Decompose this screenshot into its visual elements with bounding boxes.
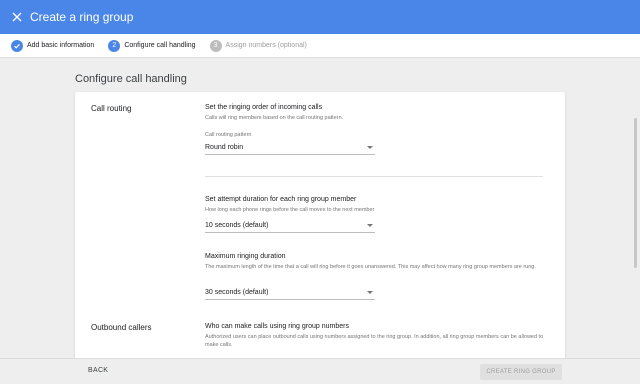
divider [205,176,543,177]
outbound-heading: Who can make calls using ring group numb… [205,323,349,330]
call-routing-label: Call routing [91,104,132,113]
select-value: Round robin [205,144,244,151]
step-number: 2 [108,39,121,52]
footer: BACK CREATE RING GROUP [0,358,640,384]
check-icon [11,39,23,52]
max-ringing-description: The maximum length of the time that a ca… [205,264,536,270]
step-label: Add basic information [27,42,95,49]
step-label: Assign numbers (optional) [225,42,307,49]
select-value: 10 seconds (default) [205,222,269,229]
call-routing-pattern-label: Call routing pattern [205,132,252,138]
step-number: 3 [209,39,222,52]
stepper: Add basic information 2 Configure call h… [0,34,640,58]
outbound-description: Authorized users can place outbound call… [205,334,544,348]
select-value: 30 seconds (default) [205,289,269,296]
content-area: Configure call handling Call routing Set… [0,58,640,358]
section-title: Configure call handling [75,73,187,85]
step-label: Configure call handling [124,42,196,49]
attempt-duration-select[interactable]: 10 seconds (default) [205,219,375,233]
dropdown-arrow-icon [367,291,373,294]
call-handling-card: Call routing Set the ringing order of in… [75,92,565,358]
step-add-basic-information[interactable]: Add basic information [11,39,95,52]
back-button[interactable]: BACK [88,367,108,374]
max-ringing-select[interactable]: 30 seconds (default) [205,286,375,300]
close-icon [12,12,22,22]
attempt-duration-description: How long each phone rings before the cal… [205,207,375,213]
step-assign-numbers: 3 Assign numbers (optional) [209,39,307,52]
dropdown-arrow-icon [367,146,373,149]
attempt-duration-heading: Set attempt duration for each ring group… [205,196,357,203]
app-bar: Create a ring group [0,0,640,34]
call-routing-heading: Set the ringing order of incoming calls [205,104,323,111]
outbound-callers-label: Outbound callers [91,323,152,332]
close-button[interactable] [0,0,34,34]
page-title: Create a ring group [30,10,134,24]
create-ring-group-button[interactable]: CREATE RING GROUP [480,364,562,380]
step-configure-call-handling[interactable]: 2 Configure call handling [108,39,196,52]
scrollbar[interactable] [634,118,637,268]
max-ringing-heading: Maximum ringing duration [205,253,286,260]
dropdown-arrow-icon [367,224,373,227]
call-routing-description: Calls will ring members based on the cal… [205,115,344,121]
call-routing-pattern-select[interactable]: Round robin [205,141,375,155]
